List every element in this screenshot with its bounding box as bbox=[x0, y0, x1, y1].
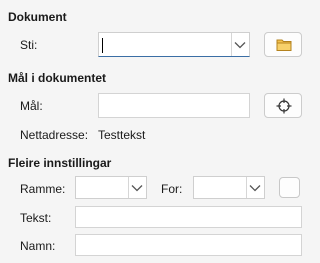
chevron-down-icon[interactable] bbox=[234, 41, 246, 49]
combo-separator bbox=[231, 33, 232, 56]
section-title-document: Dokument bbox=[8, 10, 67, 24]
combo-separator bbox=[128, 177, 129, 198]
frame-combobox[interactable] bbox=[75, 176, 147, 199]
browse-button[interactable] bbox=[264, 32, 302, 57]
chevron-down-icon[interactable] bbox=[131, 184, 143, 192]
url-label: Nettadresse: bbox=[20, 128, 89, 142]
text-label: Tekst: bbox=[20, 211, 52, 225]
section-title-settings: Fleire innstillingar bbox=[8, 156, 112, 170]
combo-separator bbox=[246, 177, 247, 198]
folder-icon bbox=[276, 39, 292, 51]
text-input[interactable] bbox=[75, 206, 302, 228]
target-label: Mål: bbox=[20, 99, 43, 113]
frame-label: Ramme: bbox=[20, 182, 66, 196]
path-combobox[interactable] bbox=[98, 32, 250, 57]
url-value: Testtekst bbox=[98, 128, 146, 142]
chevron-down-icon[interactable] bbox=[249, 184, 261, 192]
form-label: For: bbox=[161, 182, 183, 196]
name-input[interactable] bbox=[75, 234, 302, 256]
crosshair-icon bbox=[276, 98, 292, 114]
events-button[interactable] bbox=[279, 177, 300, 198]
path-label: Sti: bbox=[20, 38, 38, 52]
section-title-target: Mål i dokumentet bbox=[8, 71, 107, 85]
name-label: Namn: bbox=[20, 239, 56, 253]
form-combobox[interactable] bbox=[193, 176, 265, 199]
target-input[interactable] bbox=[98, 93, 250, 118]
target-in-document-button[interactable] bbox=[264, 93, 302, 118]
text-caret bbox=[102, 38, 103, 53]
